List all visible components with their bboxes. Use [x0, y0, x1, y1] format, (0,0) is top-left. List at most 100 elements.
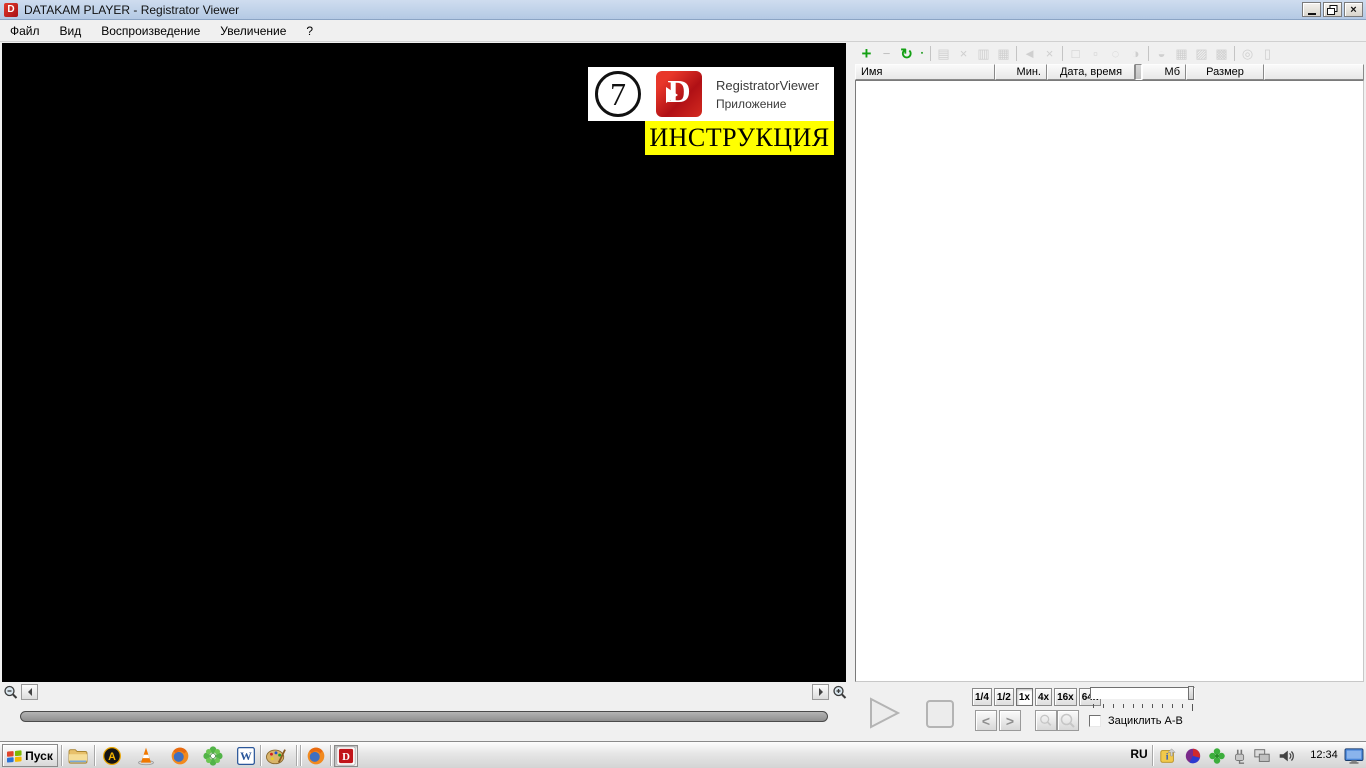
tray-clover-icon[interactable]: [1207, 746, 1227, 766]
tray-network-icon[interactable]: [1252, 746, 1272, 766]
quick-launch-word[interactable]: W: [234, 745, 258, 767]
menu-zoom[interactable]: Увеличение: [210, 21, 296, 41]
taskbar-separator: [61, 745, 63, 766]
play-button[interactable]: [868, 697, 902, 729]
file-panel: + − ↻ ▪ ▤ × ▥ ▦ ◄ × □ ▫ ◌ ◑ ◒ ▦ ▨ ▩ ◎ ▯: [855, 43, 1364, 682]
column-name[interactable]: Имя: [855, 64, 995, 80]
word-icon: W: [236, 746, 256, 766]
column-datetime[interactable]: Дата, время: [1047, 64, 1135, 80]
quick-launch-firefox-2[interactable]: [304, 745, 328, 767]
folder-icon: [67, 747, 89, 765]
taskbar-separator: [260, 745, 262, 766]
app-icon: D: [4, 3, 18, 17]
menu-view[interactable]: Вид: [50, 21, 92, 41]
speed-16x-button[interactable]: 16x: [1054, 688, 1077, 706]
desktop: D DATAKAM PLAYER - Registrator Viewer × …: [0, 0, 1366, 768]
scroll-right-button[interactable]: [812, 684, 829, 700]
zoom-out-icon[interactable]: [3, 685, 19, 701]
show-desktop-icon[interactable]: [1344, 746, 1364, 766]
scroll-left-button[interactable]: [21, 684, 38, 700]
toolbar-separator: [1016, 46, 1017, 61]
menu-file[interactable]: Файл: [0, 21, 50, 41]
step-forward-button[interactable]: >: [999, 710, 1021, 731]
tray-updates-icon[interactable]: i: [1158, 746, 1178, 766]
taskbar-separator: [300, 745, 302, 766]
speed-buttons: 1/4 1/2 1x 4x 16x 64x: [972, 688, 1101, 706]
timeline-position-bar[interactable]: [20, 711, 828, 722]
disabled-tool-icon-7: □: [1067, 45, 1084, 62]
column-splitter[interactable]: [1135, 64, 1142, 80]
zoom-in-icon[interactable]: [832, 685, 848, 701]
slider-thumb[interactable]: [1188, 686, 1194, 700]
quick-launch-file-explorer[interactable]: [66, 745, 90, 767]
tray-power-plug-icon[interactable]: [1230, 746, 1250, 766]
tray-clock[interactable]: 12:34: [1304, 749, 1344, 761]
left-arrow-icon: [28, 688, 32, 696]
right-arrow-icon: [819, 688, 823, 696]
overlay-app-card: 7 D RegistratorViewer Приложение: [588, 67, 834, 121]
marker-icon[interactable]: ▪: [918, 45, 926, 62]
stop-icon: [927, 701, 953, 727]
magnifier-minus-icon: [1039, 714, 1053, 728]
restore-button[interactable]: [1323, 2, 1342, 17]
restore-icon: [1327, 5, 1338, 15]
speed-half-button[interactable]: 1/2: [994, 688, 1014, 706]
start-button[interactable]: Пуск: [2, 744, 58, 767]
quick-launch-vlc[interactable]: [134, 745, 158, 767]
taskbar-separator: [94, 745, 96, 766]
tray-antivirus-icon[interactable]: [1183, 746, 1203, 766]
quick-launch-icq[interactable]: [201, 745, 225, 767]
svg-text:W: W: [240, 750, 252, 763]
disabled-tool-icon-14: ▩: [1213, 45, 1230, 62]
file-list[interactable]: [855, 80, 1364, 682]
minimize-icon: [1308, 13, 1316, 15]
video-scroll-row: [0, 684, 850, 702]
minimize-button[interactable]: [1302, 2, 1321, 17]
disabled-tool-icon-2: ×: [955, 45, 972, 62]
taskbar-separator: [330, 745, 332, 766]
volume-slider[interactable]: [1090, 687, 1195, 699]
disabled-tool-icon-6: ×: [1041, 45, 1058, 62]
toolbar-separator: [1234, 46, 1235, 61]
tray-volume-icon[interactable]: [1276, 746, 1296, 766]
refresh-icon[interactable]: ↻: [898, 45, 915, 62]
step-back-button[interactable]: <: [975, 710, 997, 731]
add-files-icon[interactable]: +: [858, 45, 875, 62]
quick-launch-aimp[interactable]: A: [100, 745, 124, 767]
menu-bar: Файл Вид Воспроизведение Увеличение ?: [0, 20, 1366, 42]
speed-1x-button[interactable]: 1x: [1016, 688, 1033, 706]
language-indicator[interactable]: RU: [1126, 747, 1152, 761]
speed-4x-button[interactable]: 4x: [1035, 688, 1052, 706]
taskbar-datakam-player-active[interactable]: D: [334, 745, 358, 767]
svg-text:D: D: [342, 751, 350, 763]
file-toolbar: + − ↻ ▪ ▤ × ▥ ▦ ◄ × □ ▫ ◌ ◑ ◒ ▦ ▨ ▩ ◎ ▯: [855, 44, 1364, 63]
close-button[interactable]: ×: [1344, 2, 1363, 17]
file-list-header: Имя Мин. Дата, время Мб Размер: [855, 64, 1364, 80]
column-mb[interactable]: Мб: [1142, 64, 1186, 80]
disabled-tool-icon-12: ▦: [1173, 45, 1190, 62]
zoom-in-button[interactable]: [1057, 710, 1079, 731]
toolbar-separator: [1148, 46, 1149, 61]
loop-ab-label: Зациклить A-B: [1108, 715, 1183, 727]
column-empty: [1264, 64, 1364, 80]
quick-launch-paint[interactable]: [264, 745, 288, 767]
menu-playback[interactable]: Воспроизведение: [91, 21, 210, 41]
taskbar-separator: [1152, 745, 1154, 766]
column-minutes[interactable]: Мин.: [995, 64, 1047, 80]
icq-flower-icon: [203, 746, 223, 766]
disabled-tool-icon-10: ◑: [1127, 45, 1144, 62]
speed-quarter-button[interactable]: 1/4: [972, 688, 992, 706]
disabled-tool-icon-11: ◒: [1153, 45, 1170, 62]
disabled-tool-icon-5: ◄: [1021, 45, 1038, 62]
video-display[interactable]: 7 D RegistratorViewer Приложение ИНСТРУК…: [2, 43, 846, 682]
menu-help[interactable]: ?: [296, 21, 323, 41]
stop-button[interactable]: [925, 699, 955, 729]
column-size[interactable]: Размер: [1186, 64, 1264, 80]
loop-ab-checkbox[interactable]: [1089, 715, 1101, 727]
zoom-out-button[interactable]: [1035, 710, 1057, 731]
firefox-icon: [306, 746, 326, 766]
quick-launch-firefox[interactable]: [168, 745, 192, 767]
taskbar: Пуск A W D: [0, 741, 1366, 768]
step-badge: 7: [595, 71, 641, 117]
remove-files-icon[interactable]: −: [878, 45, 895, 62]
